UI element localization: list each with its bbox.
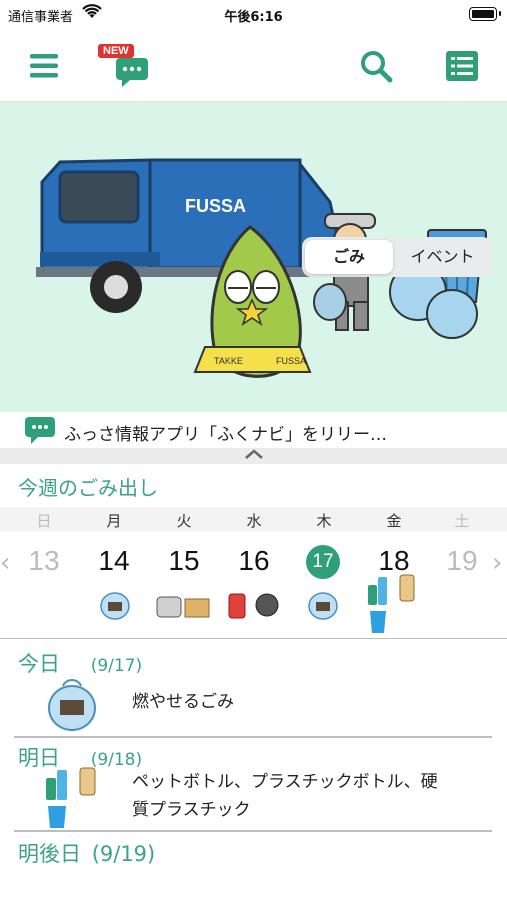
day-date: (9/17) (90, 656, 143, 676)
weekday-header-row: 日 月 火 水 木 金 土 (0, 507, 507, 531)
hero-banner: FUSSA TAKKE FUSSA ごみ イベント (0, 102, 507, 412)
next-week-arrow[interactable]: › (492, 548, 502, 578)
weekday-label: 火 (176, 512, 192, 530)
clock: 午後6:16 (224, 10, 283, 25)
mascot-sash-left: TAKKE (214, 356, 243, 366)
garbage-truck: FUSSA (36, 158, 347, 313)
week-title: 今週のごみ出し (18, 476, 158, 500)
menu-button[interactable] (18, 40, 70, 92)
news-ticker[interactable]: ふっさ情報アプリ「ふくナビ」をリリー… (0, 412, 507, 450)
weekday-label: 水 (246, 512, 262, 530)
weekday-label: 木 (316, 512, 332, 530)
date-cell[interactable]: 14 (84, 545, 144, 577)
garbage-type-text: 燃やせるごみ (132, 692, 234, 712)
weekday-label: 金 (386, 512, 402, 530)
divider (14, 736, 492, 738)
garbage-bag (426, 289, 478, 339)
search-icon (361, 51, 393, 83)
garbage-type-text: ペットボトル、プラスチックボトル、硬 質プラスチック (132, 768, 438, 824)
category-segmented-control: ごみ イベント (302, 237, 492, 277)
prev-week-arrow[interactable]: ‹ (0, 548, 10, 578)
date-cell[interactable]: 19 (432, 545, 492, 577)
battery-icon (469, 7, 501, 21)
weekday-label: 月 (106, 512, 122, 530)
day-after-tomorrow-heading: 明後日 (9/19) (18, 838, 155, 868)
expand-handle[interactable] (0, 448, 507, 464)
pet-bottle-icon (46, 767, 96, 828)
burnable-garbage-icon (100, 592, 130, 620)
status-bar: 通信事業者 午後6:16 (0, 0, 507, 30)
can-and-metal-icon (228, 593, 279, 619)
day-label: 今日 (18, 652, 60, 676)
chevron-up-icon (244, 449, 263, 459)
garbage-type-line: 質プラスチック (132, 800, 251, 820)
date-cell[interactable]: 15 (154, 545, 214, 577)
truck-logo-text: FUSSA (185, 196, 246, 216)
day-label: 明後日 (18, 842, 81, 866)
week-date-row: 13 14 15 16 18 19 (0, 531, 507, 639)
garbage-type-line: ペットボトル、プラスチックボトル、硬 (132, 772, 438, 792)
list-button[interactable] (436, 40, 488, 92)
chat-icon (25, 417, 55, 444)
segment-event[interactable]: イベント (396, 240, 489, 274)
segment-garbage[interactable]: ごみ (305, 240, 393, 274)
new-badge: NEW (98, 44, 134, 58)
search-button[interactable] (350, 40, 402, 92)
weekday-label: 日 (36, 512, 52, 530)
toolbar: NEW (0, 30, 507, 102)
date-cell[interactable]: 16 (224, 545, 284, 577)
divider (14, 830, 492, 832)
plastic-and-paper-icon (156, 596, 210, 618)
today-heading: 今日 (9/17) (18, 648, 142, 678)
list-icon (446, 51, 478, 81)
chat-icon (116, 58, 148, 87)
news-text: ふっさ情報アプリ「ふくナビ」をリリー… (64, 425, 387, 445)
day-date: (9/19) (91, 842, 156, 866)
burnable-garbage-icon (48, 679, 96, 731)
date-cell[interactable]: 13 (14, 545, 74, 577)
mascot-sash-right: FUSSA (276, 356, 306, 366)
weekday-label: 土 (454, 512, 470, 530)
today-date-marker[interactable]: 17 (306, 545, 340, 579)
pet-bottle-icon (368, 574, 415, 633)
burnable-garbage-icon (308, 592, 338, 620)
menu-icon (30, 54, 58, 78)
